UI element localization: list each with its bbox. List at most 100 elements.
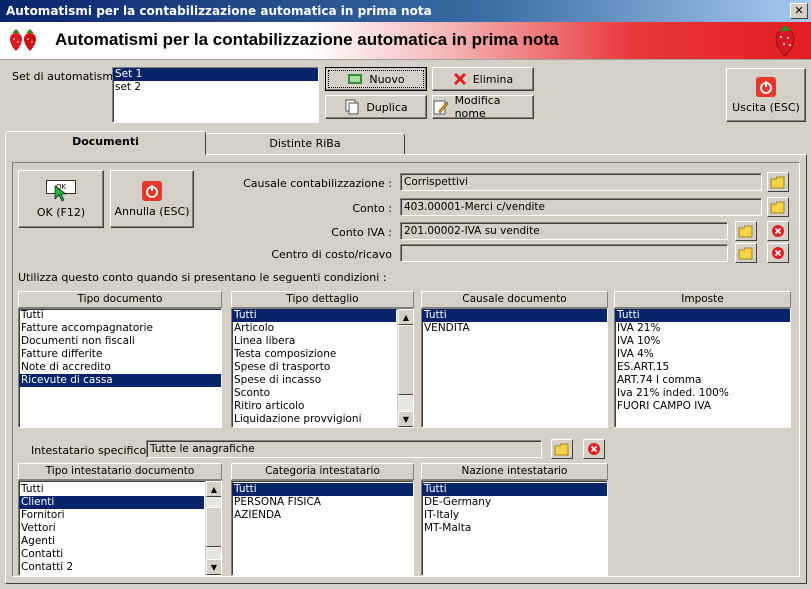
list-item[interactable]: Note di accredito (19, 361, 221, 374)
intestatario-field[interactable]: Tutte le anagrafiche (146, 440, 542, 458)
centro-field[interactable] (400, 244, 728, 262)
list-item[interactable]: Testa composizione (232, 348, 396, 361)
list-item[interactable]: Tutti (422, 309, 607, 322)
list-item[interactable]: AZIENDA (232, 509, 413, 522)
strawberry-large-icon (775, 25, 795, 57)
clear-x-icon (588, 443, 600, 455)
tipo-documento-list[interactable]: Tutti Fatture accompagnatorie Documenti … (18, 308, 222, 428)
list-item[interactable]: Iva 21% inded. 100% (615, 387, 790, 400)
list-item[interactable]: IVA 10% (615, 335, 790, 348)
clear-x-icon (772, 225, 784, 237)
list-item[interactable]: Tutti (422, 483, 607, 496)
chevron-up-icon: ▲ (402, 312, 410, 322)
scroll-down-button[interactable]: ▼ (206, 559, 221, 575)
clear-x-icon (772, 247, 784, 259)
intestatario-browse-button[interactable] (551, 439, 573, 459)
centro-browse-button[interactable] (735, 243, 757, 263)
list-item[interactable]: Spese di trasporto (232, 361, 396, 374)
list-item[interactable]: Fornitori (19, 509, 204, 522)
conto-iva-field[interactable]: 201.00002-IVA su vendite (400, 222, 728, 240)
scroll-down-button[interactable]: ▼ (398, 411, 413, 427)
list-item[interactable]: IVA 4% (615, 348, 790, 361)
elimina-button[interactable]: Elimina (432, 67, 534, 91)
list-item[interactable]: Ritiro articolo (232, 400, 396, 413)
chevron-down-icon: ▼ (402, 414, 410, 424)
nazione-intestatario-header[interactable]: Nazione intestatario (421, 463, 608, 480)
ok-icon: OK (46, 179, 76, 202)
duplica-button[interactable]: Duplica (325, 95, 427, 119)
list-item[interactable]: FUORI CAMPO IVA (615, 400, 790, 413)
conto-browse-button[interactable] (767, 197, 789, 217)
list-item[interactable]: Articolo (232, 322, 396, 335)
ok-button[interactable]: OK OK (F12) (18, 170, 104, 228)
list-item[interactable]: VENDITA (422, 322, 607, 335)
list-item[interactable]: Tutti (19, 483, 204, 496)
list-item[interactable]: Spese di incasso (232, 374, 396, 387)
list-item[interactable]: Clienti (19, 496, 204, 509)
list-item[interactable]: Documenti non fiscali (19, 335, 221, 348)
categoria-intestatario-header[interactable]: Categoria intestatario (231, 463, 414, 480)
set-list[interactable]: Set 1 set 2 (112, 67, 319, 123)
delete-x-icon (453, 72, 466, 86)
causale-documento-header[interactable]: Causale documento (421, 291, 608, 308)
conto-iva-browse-button[interactable] (735, 221, 757, 241)
window-close-button[interactable]: ✕ (790, 3, 808, 19)
list-item[interactable]: ART.74 I comma (615, 374, 790, 387)
list-item[interactable]: Agenti (19, 535, 204, 548)
list-item[interactable]: Sconto (232, 387, 396, 400)
uscita-button[interactable]: Uscita (ESC) (726, 68, 806, 122)
modifica-nome-button[interactable]: Modifica nome (432, 94, 534, 120)
list-item[interactable]: Fatture accompagnatorie (19, 322, 221, 335)
list-item[interactable]: Fatture differite (19, 348, 221, 361)
centro-clear-button[interactable] (767, 243, 789, 263)
ok-label: OK (F12) (36, 205, 86, 219)
annulla-button[interactable]: Annulla (ESC) (110, 170, 194, 228)
tipo-documento-header[interactable]: Tipo documento (18, 291, 222, 308)
modifica-label: Modifica nome (454, 94, 501, 120)
causale-browse-button[interactable] (767, 172, 789, 192)
list-item[interactable]: set 2 (113, 81, 318, 94)
tab-distinte-riba[interactable]: Distinte RiBa (205, 133, 405, 155)
tipo-dettaglio-list[interactable]: Tutti Articolo Linea libera Testa compos… (231, 308, 414, 428)
tipo-intestatario-scrollbar[interactable]: ▲ ▼ (205, 481, 221, 575)
tipo-intestatario-list[interactable]: Tutti Clienti Fornitori Vettori Agenti C… (18, 480, 222, 576)
list-item[interactable]: PERSONA FISICA (232, 496, 413, 509)
list-item[interactable]: ES.ART.15 (615, 361, 790, 374)
list-item[interactable]: Ricevute di cassa (19, 374, 221, 387)
causale-field[interactable]: Corrispettivi (400, 173, 762, 191)
list-item[interactable]: Set 1 (113, 68, 318, 81)
scroll-thumb[interactable] (206, 507, 221, 547)
scroll-up-button[interactable]: ▲ (398, 309, 413, 325)
list-item[interactable]: Vettori (19, 522, 204, 535)
conto-field[interactable]: 403.00001-Merci c/vendite (400, 198, 762, 216)
list-item[interactable]: Contatti 2 (19, 561, 204, 574)
categoria-intestatario-list[interactable]: Tutti PERSONA FISICA AZIENDA (231, 480, 414, 576)
intestatario-clear-button[interactable] (583, 439, 605, 459)
nazione-intestatario-list[interactable]: Tutti DE-Germany IT-Italy MT-Malta (421, 480, 608, 576)
tipo-dettaglio-scrollbar[interactable]: ▲ ▼ (397, 309, 413, 427)
list-item[interactable]: DE-Germany (422, 496, 607, 509)
scroll-up-button[interactable]: ▲ (206, 481, 221, 497)
scroll-thumb[interactable] (398, 325, 413, 395)
list-item[interactable]: Contatti (19, 548, 204, 561)
list-item[interactable]: IT-Italy (422, 509, 607, 522)
list-item[interactable]: Liquidazione provvigioni (232, 413, 396, 426)
tipo-intestatario-header[interactable]: Tipo intestatario documento (18, 463, 222, 480)
tab-documenti[interactable]: Documenti (5, 131, 206, 155)
list-item[interactable]: MT-Malta (422, 522, 607, 535)
list-item[interactable]: Tutti (232, 483, 413, 496)
list-item[interactable]: Tutti (19, 309, 221, 322)
list-item[interactable]: IVA 21% (615, 322, 790, 335)
set-label: Set di automatismi : (12, 70, 124, 83)
chevron-down-icon: ▼ (210, 562, 218, 572)
tipo-dettaglio-header[interactable]: Tipo dettaglio (231, 291, 414, 308)
causale-documento-list[interactable]: Tutti VENDITA (421, 308, 608, 428)
list-item[interactable]: Tutti (232, 309, 396, 322)
list-item[interactable]: Linea libera (232, 335, 396, 348)
imposte-header[interactable]: Imposte (614, 291, 791, 308)
list-item[interactable]: Tutti (615, 309, 790, 322)
conto-iva-clear-button[interactable] (767, 221, 789, 241)
nuovo-button[interactable]: Nuovo (325, 67, 427, 91)
imposte-list[interactable]: Tutti IVA 21% IVA 10% IVA 4% ES.ART.15 A… (614, 308, 791, 428)
window-title-bar[interactable]: Automatismi per la contabilizzazione aut… (0, 0, 811, 22)
